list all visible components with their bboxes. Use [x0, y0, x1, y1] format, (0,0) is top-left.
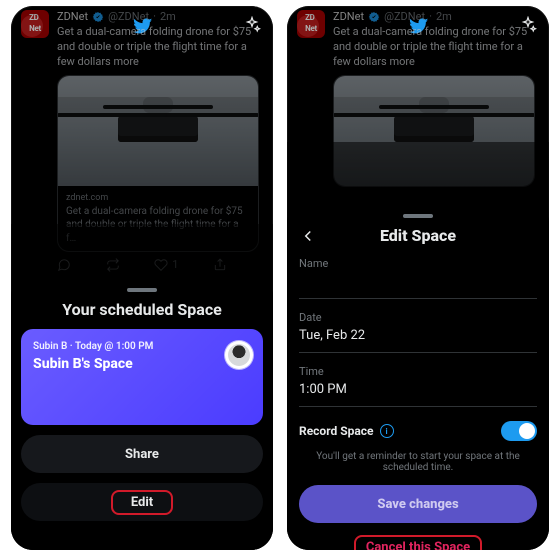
- edit-space-sheet: Edit Space Name Date Tue, Feb 22 Time 1:…: [287, 206, 549, 550]
- top-bar: [287, 6, 549, 46]
- retweet-icon: [106, 258, 120, 273]
- link-card-image: [58, 76, 258, 186]
- sheet-title: Your scheduled Space: [21, 300, 263, 319]
- link-card: [333, 75, 535, 187]
- save-changes-button[interactable]: Save changes: [299, 485, 537, 523]
- edit-space-title: Edit Space: [380, 226, 456, 245]
- like-count: 1: [172, 258, 178, 273]
- cancel-space-label: Cancel this Space: [366, 540, 470, 550]
- reply-icon: [57, 258, 71, 273]
- phone-right: ZDNet ZDNet @ZDNet · 2m Get a dual-camer…: [287, 6, 549, 550]
- share-button[interactable]: Share: [21, 435, 263, 473]
- sparkle-icon[interactable]: [243, 16, 263, 36]
- schedule-hint: You'll get a reminder to start your spac…: [299, 451, 537, 473]
- name-label: Name: [299, 257, 537, 270]
- sheet-grabber[interactable]: [403, 214, 433, 218]
- info-icon[interactable]: i: [380, 424, 394, 438]
- twitter-logo-icon: [133, 16, 153, 36]
- record-space-toggle[interactable]: [501, 421, 537, 441]
- save-changes-label: Save changes: [377, 497, 458, 512]
- date-label: Date: [299, 311, 537, 324]
- account-avatar[interactable]: [297, 15, 319, 37]
- share-button-label: Share: [125, 447, 159, 462]
- space-card-title: Subin B's Space: [33, 356, 251, 372]
- time-field[interactable]: Time 1:00 PM: [299, 365, 537, 407]
- space-card-subtitle: Subin B · Today @ 1:00 PM: [33, 341, 251, 352]
- edit-button[interactable]: Edit: [21, 483, 263, 521]
- date-value[interactable]: Tue, Feb 22: [299, 328, 537, 353]
- account-avatar[interactable]: [21, 15, 43, 37]
- name-field[interactable]: Name: [299, 257, 537, 299]
- link-card: zdnet.com Get a dual-camera folding dron…: [57, 75, 259, 252]
- back-button[interactable]: [299, 227, 317, 245]
- sparkle-icon[interactable]: [519, 16, 539, 36]
- name-value[interactable]: [299, 274, 537, 299]
- tweet-actions: 1: [21, 252, 263, 273]
- time-label: Time: [299, 365, 537, 378]
- phone-left: ZDNet ZDNet @ZDNet · 2m Get a dual-camer…: [11, 6, 273, 550]
- cancel-space-button[interactable]: Cancel this Space: [299, 537, 537, 550]
- scheduled-space-sheet: Your scheduled Space Subin B · Today @ 1…: [11, 280, 273, 550]
- date-field[interactable]: Date Tue, Feb 22: [299, 311, 537, 353]
- space-card[interactable]: Subin B · Today @ 1:00 PM Subin B's Spac…: [21, 329, 263, 425]
- top-bar: [11, 6, 273, 46]
- share-icon: [213, 258, 227, 273]
- link-card-title: Get a dual-camera folding drone for $75 …: [66, 205, 250, 246]
- link-card-image: [334, 76, 534, 186]
- like-icon: 1: [154, 258, 178, 273]
- record-space-label: Record Space: [299, 424, 374, 438]
- twitter-logo-icon: [409, 16, 429, 36]
- tweet: ZDNet ZDNet @ZDNet · 2m Get a dual-camer…: [11, 6, 273, 273]
- space-host-avatar: [225, 341, 253, 369]
- time-value[interactable]: 1:00 PM: [299, 382, 537, 407]
- edit-button-label: Edit: [131, 495, 153, 510]
- sheet-grabber[interactable]: [127, 288, 157, 292]
- link-card-domain: zdnet.com: [66, 192, 250, 204]
